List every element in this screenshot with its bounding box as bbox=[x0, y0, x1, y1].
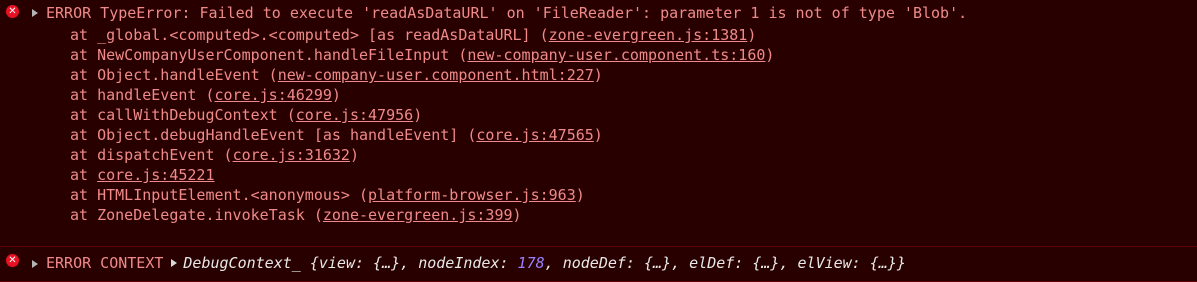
stack-frame-text: at bbox=[70, 166, 98, 184]
stack-frame: at Object.debugHandleEvent [as handleEve… bbox=[70, 125, 603, 145]
stack-frame-text: at Object.debugHandleEvent [as handleEve… bbox=[70, 126, 477, 144]
stack-frame-suffix: ) bbox=[575, 186, 585, 204]
stack-frame-text: at _global.<computed>.<computed> [as rea… bbox=[70, 26, 549, 44]
stack-frame-text: at handleEvent ( bbox=[70, 86, 215, 104]
error-circle-icon: ✕ bbox=[6, 254, 19, 267]
error-context-entry: ✕ ERROR CONTEXT DebugContext_ {view: {…},… bbox=[0, 246, 1197, 282]
stack-frame: at dispatchEvent (core.js:31632) bbox=[70, 145, 359, 165]
stack-frame: at callWithDebugContext (core.js:47956) bbox=[70, 105, 422, 125]
expand-triangle-icon[interactable] bbox=[32, 9, 38, 17]
node-index-value: 178 bbox=[517, 254, 545, 272]
stack-frame: at handleEvent (core.js:46299) bbox=[70, 85, 341, 105]
debug-context-prefix: DebugContext_ {view: {…}, nodeIndex: bbox=[183, 254, 518, 272]
stack-frame-text: at ZoneDelegate.invokeTask ( bbox=[70, 206, 323, 224]
stack-frame-text: at callWithDebugContext ( bbox=[70, 106, 296, 124]
stack-frame: at ZoneDelegate.invokeTask (zone-evergre… bbox=[70, 205, 522, 225]
stack-frame-suffix: ) bbox=[331, 86, 341, 104]
error-context-line: ERROR CONTEXT DebugContext_ {view: {…}, n… bbox=[46, 253, 906, 273]
source-link[interactable]: new-company-user.component.html:227 bbox=[278, 66, 594, 84]
source-link[interactable]: zone-evergreen.js:399 bbox=[323, 206, 513, 224]
source-link[interactable]: core.js:45221 bbox=[97, 166, 214, 184]
stack-frame-text: at HTMLInputElement.<anonymous> ( bbox=[70, 186, 369, 204]
debug-context-object[interactable]: DebugContext_ {view: {…}, nodeIndex: 178… bbox=[183, 254, 905, 272]
stack-frame-suffix: ) bbox=[593, 66, 603, 84]
stack-frame-suffix: ) bbox=[413, 106, 423, 124]
stack-frame-suffix: ) bbox=[593, 126, 603, 144]
stack-frame-text: at NewCompanyUserComponent.handleFileInp… bbox=[70, 46, 468, 64]
stack-frame: at HTMLInputElement.<anonymous> (platfor… bbox=[70, 185, 585, 205]
object-expand-triangle-icon[interactable] bbox=[171, 259, 178, 267]
source-link[interactable]: core.js:47956 bbox=[296, 106, 413, 124]
stack-frame: at core.js:45221 bbox=[70, 165, 215, 185]
source-link[interactable]: core.js:47565 bbox=[476, 126, 593, 144]
stack-frame-text: at dispatchEvent ( bbox=[70, 146, 233, 164]
stack-frame: at Object.handleEvent (new-company-user.… bbox=[70, 65, 603, 85]
debug-context-suffix: , nodeDef: {…}, elDef: {…}, elView: {…}} bbox=[544, 254, 906, 272]
error-context-label: ERROR CONTEXT bbox=[46, 254, 164, 272]
source-link[interactable]: zone-evergreen.js:1381 bbox=[549, 26, 748, 44]
expand-triangle-icon[interactable] bbox=[32, 260, 38, 268]
error-message-entry: ✕ ERROR TypeError: Failed to execute 're… bbox=[0, 0, 1197, 246]
stack-frame-suffix: ) bbox=[765, 46, 775, 64]
stack-frame: at NewCompanyUserComponent.handleFileInp… bbox=[70, 45, 774, 65]
source-link[interactable]: new-company-user.component.ts:160 bbox=[467, 46, 765, 64]
stack-frame-suffix: ) bbox=[747, 26, 757, 44]
stack-frame-suffix: ) bbox=[349, 146, 359, 164]
source-link[interactable]: core.js:31632 bbox=[233, 146, 350, 164]
stack-frame: at _global.<computed>.<computed> [as rea… bbox=[70, 25, 756, 45]
stack-frame-suffix: ) bbox=[512, 206, 522, 224]
console-panel: ✕ ERROR TypeError: Failed to execute 're… bbox=[0, 0, 1197, 282]
source-link[interactable]: platform-browser.js:963 bbox=[368, 186, 576, 204]
source-link[interactable]: core.js:46299 bbox=[215, 86, 332, 104]
error-circle-icon: ✕ bbox=[6, 5, 19, 18]
error-message-text[interactable]: ERROR TypeError: Failed to execute 'read… bbox=[46, 3, 967, 23]
stack-frame-text: at Object.handleEvent ( bbox=[70, 66, 278, 84]
